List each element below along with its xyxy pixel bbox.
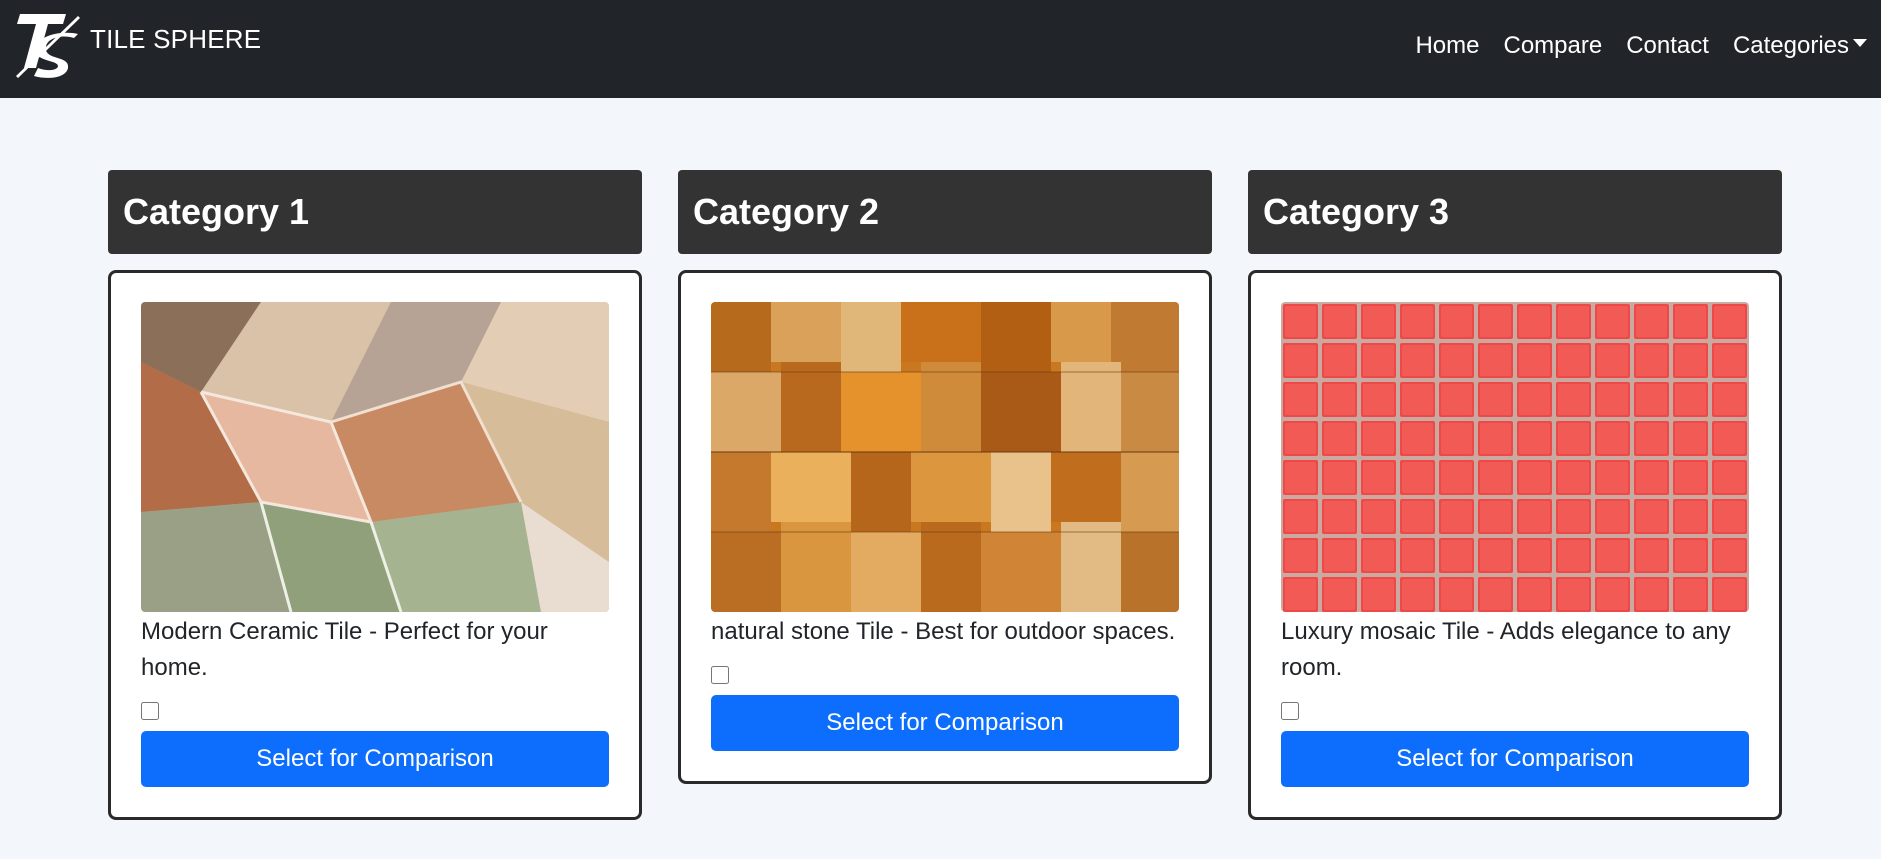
- category-header: Category 2: [678, 170, 1212, 254]
- nav-links: Home Compare Contact Categories: [1391, 32, 1867, 60]
- tile-description: Modern Ceramic Tile - Perfect for your h…: [141, 618, 548, 681]
- nav-categories-dropdown[interactable]: Categories: [1733, 32, 1867, 60]
- compare-checkbox[interactable]: [1281, 702, 1299, 720]
- ceramic-tile-image: [141, 302, 609, 612]
- category-column-3: Category 3 Luxury mosaic Tile - Adds ele…: [1248, 170, 1782, 820]
- nav-home[interactable]: Home: [1415, 32, 1479, 60]
- navbar: TILE SPHERE Home Compare Contact Categor…: [0, 0, 1881, 98]
- caret-down-icon: [1853, 38, 1867, 47]
- tile-description: Luxury mosaic Tile - Adds elegance to an…: [1281, 618, 1731, 681]
- mosaic-tile-image: [1281, 302, 1749, 612]
- category-header: Category 3: [1248, 170, 1782, 254]
- tile-card: natural stone Tile - Best for outdoor sp…: [678, 270, 1212, 784]
- select-for-comparison-button[interactable]: Select for Comparison: [1281, 731, 1749, 787]
- nav-categories-label: Categories: [1732, 32, 1849, 59]
- tile-description: natural stone Tile - Best for outdoor sp…: [711, 618, 1176, 645]
- stone-tile-image: [711, 302, 1179, 612]
- nav-contact[interactable]: Contact: [1626, 32, 1709, 60]
- compare-checkbox[interactable]: [711, 666, 729, 684]
- select-for-comparison-button[interactable]: Select for Comparison: [141, 731, 609, 787]
- category-column-1: Category 1 Modern Ceramic Tile - Perfect…: [108, 170, 642, 820]
- select-for-comparison-button[interactable]: Select for Comparison: [711, 695, 1179, 751]
- brand-link[interactable]: TILE SPHERE: [14, 10, 261, 88]
- ts-logo-icon: [16, 14, 80, 78]
- brand-name: TILE SPHERE: [90, 24, 262, 54]
- tile-card: Modern Ceramic Tile - Perfect for your h…: [108, 270, 642, 820]
- category-column-2: Category 2 natural stone Tile - Best for…: [678, 170, 1212, 784]
- tile-card: Luxury mosaic Tile - Adds elegance to an…: [1248, 270, 1782, 820]
- nav-compare[interactable]: Compare: [1504, 32, 1603, 60]
- compare-checkbox[interactable]: [141, 702, 159, 720]
- category-header: Category 1: [108, 170, 642, 254]
